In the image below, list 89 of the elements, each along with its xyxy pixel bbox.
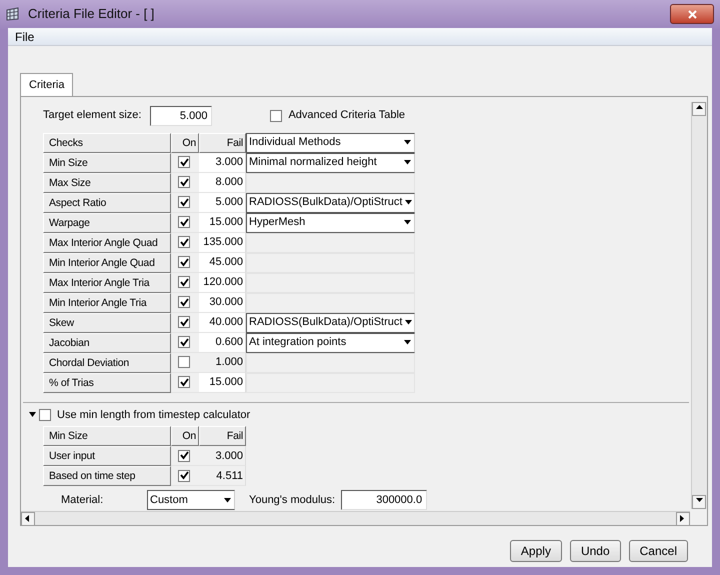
dialog-button[interactable]: Undo [570, 540, 621, 562]
row-header: % of Trias [43, 372, 171, 392]
checkbox-label: Advanced Criteria Table [288, 108, 406, 124]
table-cell[interactable]: 0.600 [199, 332, 246, 352]
checkbox[interactable] [178, 336, 190, 348]
table-cell[interactable]: 120.000 [199, 272, 246, 292]
dialog-button[interactable]: Apply [510, 540, 562, 562]
table-cell[interactable]: 45.000 [199, 252, 246, 272]
table-cell: 4.511 [199, 466, 246, 486]
table-cell[interactable]: 8.000 [199, 172, 246, 192]
up-arrow-icon [696, 105, 702, 112]
dropdown[interactable]: At integration points [246, 332, 415, 352]
dropdown[interactable]: RADIOSS(BulkData)/OptiStruct [246, 192, 415, 212]
checkbox[interactable] [178, 450, 190, 462]
row-header: Chordal Deviation [43, 352, 171, 372]
field-label: Material: [61, 492, 104, 508]
table-cell[interactable]: 15.000 [199, 372, 246, 392]
scroll-down-button[interactable] [692, 494, 706, 508]
modulus-field[interactable]: 300000.0 [341, 490, 428, 510]
close-button[interactable] [670, 4, 714, 24]
row-header: Max Size [43, 172, 171, 192]
collapse-arrow-icon[interactable] [29, 411, 36, 418]
dropdown-caret-icon [404, 340, 410, 345]
horizontal-scrollbar[interactable] [21, 510, 690, 524]
material-dropdown[interactable]: Custom [147, 490, 235, 510]
row-header: Based on time step [43, 466, 171, 486]
dropdown-caret-icon [224, 498, 230, 502]
table-cell: 3.000 [199, 446, 246, 466]
table-cell[interactable]: 5.000 [199, 192, 246, 212]
row-header: Skew [43, 312, 171, 332]
row-header: Min Size [43, 152, 171, 172]
row-header: Jacobian [43, 332, 171, 352]
row-header: User input [43, 446, 171, 466]
scroll-right-button[interactable] [676, 512, 690, 526]
window-title: Criteria File Editor - [ ] [28, 5, 154, 24]
right-arrow-icon [680, 515, 686, 522]
dropdown[interactable]: HyperMesh [246, 212, 415, 232]
column-header: On [171, 426, 199, 446]
checkbox[interactable] [178, 356, 190, 368]
target-size-field[interactable]: 5.000 [150, 106, 212, 126]
checkbox[interactable] [270, 110, 282, 122]
tab[interactable]: Criteria [20, 73, 74, 96]
vertical-scrollbar[interactable] [691, 102, 707, 508]
checkbox-label: Use min length from timestep calculator [57, 408, 250, 422]
column-header: Fail [199, 426, 246, 446]
checkbox[interactable] [178, 156, 190, 168]
checkbox[interactable] [178, 276, 190, 288]
table-cell[interactable]: 30.000 [199, 292, 246, 312]
field-label: Target element size: [43, 108, 142, 124]
checkbox[interactable] [178, 196, 190, 208]
checkbox[interactable] [178, 236, 190, 248]
table-cell[interactable]: 3.000 [199, 152, 246, 172]
checkbox[interactable] [178, 256, 190, 268]
row-header: Aspect Ratio [43, 192, 171, 212]
table-cell[interactable]: 15.000 [199, 212, 246, 232]
checkbox[interactable] [178, 470, 190, 482]
checkbox[interactable] [178, 296, 190, 308]
dropdown-caret-icon [404, 320, 412, 325]
checkbox[interactable] [178, 216, 190, 228]
dialog-button[interactable]: Cancel [628, 540, 688, 562]
row-header: Warpage [43, 212, 171, 232]
checkbox[interactable] [178, 176, 190, 188]
table-cell[interactable]: 135.000 [199, 232, 246, 252]
dropdown-caret-icon [404, 160, 410, 165]
column-header: Checks [43, 132, 171, 152]
row-header: Max Interior Angle Tria [43, 272, 171, 292]
dropdown[interactable]: Minimal normalized height [246, 152, 415, 172]
scroll-up-button[interactable] [692, 102, 706, 116]
column-header: Fail [199, 132, 246, 152]
dropdown-caret-icon [404, 220, 410, 225]
checkbox[interactable] [178, 316, 190, 328]
left-arrow-icon [24, 515, 32, 522]
checkbox[interactable] [178, 376, 190, 388]
table-cell[interactable]: 1.000 [199, 352, 246, 372]
menu-item[interactable]: File [13, 28, 36, 46]
checkbox[interactable] [39, 408, 51, 421]
scroll-left-button[interactable] [21, 512, 35, 526]
column-header: On [171, 132, 199, 152]
row-header: Min Interior Angle Quad [43, 252, 171, 272]
field-label: Young's modulus: [249, 492, 336, 508]
row-header: Max Interior Angle Quad [43, 232, 171, 252]
close-icon [688, 10, 696, 18]
dropdown[interactable]: Individual Methods [246, 132, 415, 152]
table-cell[interactable]: 40.000 [199, 312, 246, 332]
row-header: Min Interior Angle Tria [43, 292, 171, 312]
dropdown-caret-icon [404, 200, 412, 205]
dropdown[interactable]: RADIOSS(BulkData)/OptiStruct [246, 312, 415, 332]
dropdown-caret-icon [404, 140, 410, 145]
column-header: Min Size [43, 426, 171, 446]
